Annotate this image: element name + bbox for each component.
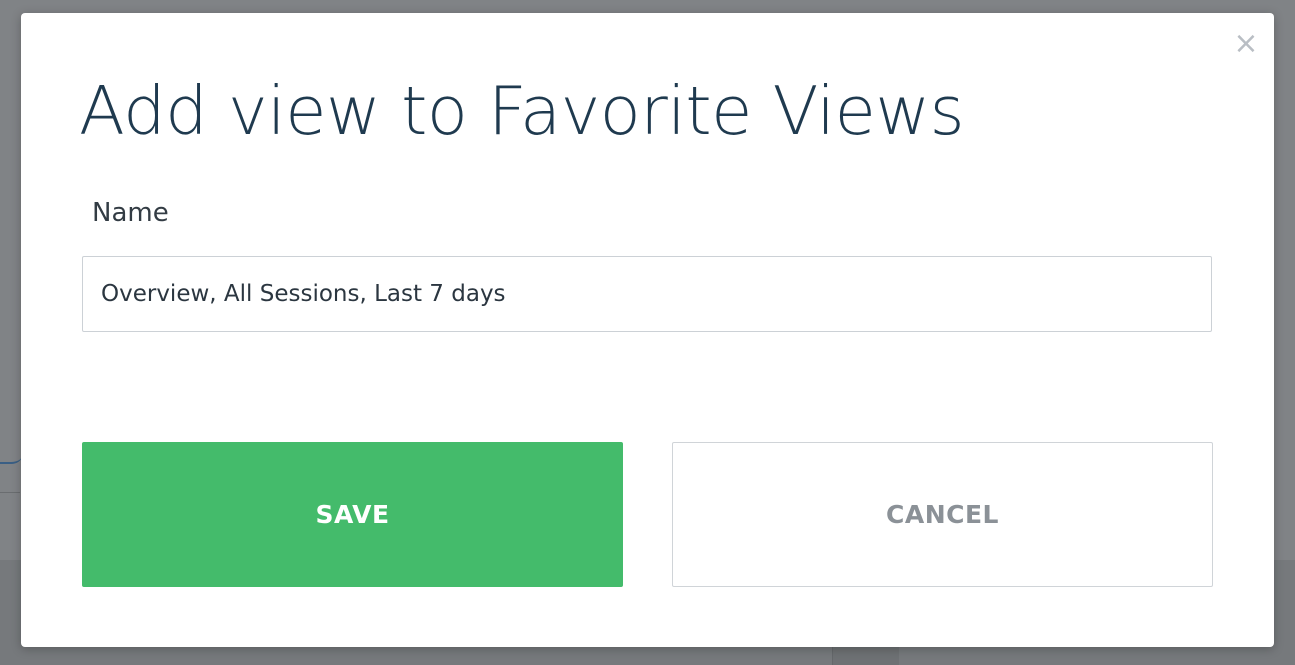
name-field-label: Name xyxy=(92,198,169,228)
name-input[interactable] xyxy=(82,256,1212,332)
dialog-title: Add view to Favorite Views xyxy=(79,72,965,150)
cancel-button[interactable]: CANCEL xyxy=(672,442,1213,587)
backdrop-chart-line xyxy=(0,448,22,464)
close-icon[interactable]: × xyxy=(1233,29,1259,59)
add-favorite-view-dialog: × Add view to Favorite Views Name SAVE C… xyxy=(21,13,1274,647)
backdrop-divider xyxy=(0,492,20,493)
save-button[interactable]: SAVE xyxy=(82,442,623,587)
